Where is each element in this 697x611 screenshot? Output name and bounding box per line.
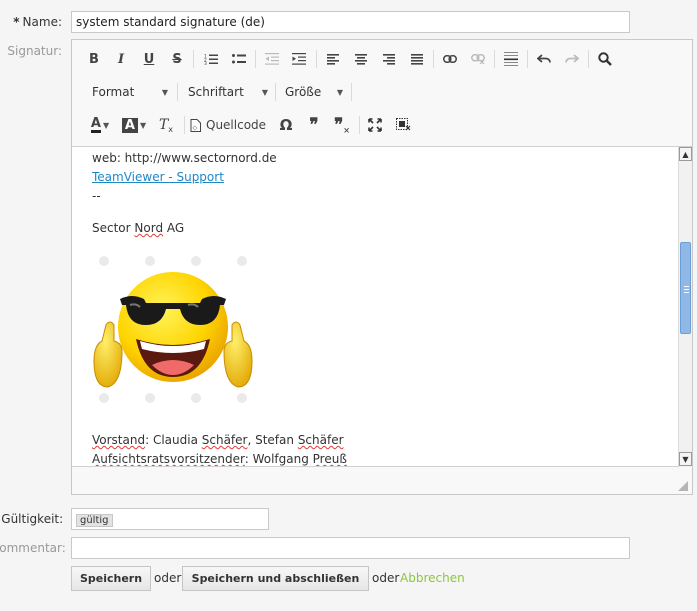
editor-toolbar: B I U S 123 Format ▼ Schriftart ▼ Größe …	[72, 40, 692, 147]
name-input[interactable]	[71, 11, 630, 33]
board-line: Vorstand: Claudia Schäfer, Stefan Schäfe…	[92, 433, 344, 447]
source-code-icon: ◇	[190, 118, 201, 132]
blockquote-icon[interactable]: ❞	[302, 114, 326, 136]
font-dropdown[interactable]: Schriftart ▼	[182, 81, 272, 103]
toolbar-separator	[255, 50, 256, 68]
web-line: web: http://www.sectornord.de	[92, 151, 277, 165]
toolbar-separator	[193, 50, 194, 68]
toolbar-separator	[275, 83, 276, 101]
chevron-down-icon: ▼	[161, 87, 168, 97]
dashes-line: --	[92, 189, 101, 203]
toolbar-separator	[494, 50, 495, 68]
align-center-icon[interactable]	[349, 48, 373, 70]
scrollbar-thumb[interactable]	[680, 242, 691, 334]
italic-button[interactable]: I	[109, 48, 133, 70]
align-left-icon[interactable]	[321, 48, 345, 70]
save-button[interactable]: Speichern	[71, 566, 151, 591]
toolbar-separator	[316, 50, 317, 68]
outdent-icon[interactable]	[260, 48, 284, 70]
numbered-list-icon[interactable]: 123	[199, 48, 223, 70]
link-icon[interactable]	[438, 48, 462, 70]
validity-select[interactable]: gültig	[71, 508, 269, 530]
or-text: oder	[372, 571, 400, 585]
or-text: oder	[154, 571, 182, 585]
signature-editor[interactable]: B I U S 123 Format ▼ Schriftart ▼ Größe …	[71, 39, 693, 495]
size-dropdown[interactable]: Größe ▼	[279, 81, 347, 103]
required-mark: *	[13, 15, 20, 29]
chevron-down-icon: ▼	[102, 120, 110, 130]
underline-button[interactable]: U	[137, 48, 161, 70]
comment-label: Kommentar:	[0, 541, 66, 555]
teamviewer-link[interactable]: TeamViewer - Support	[92, 170, 224, 184]
toolbar-separator	[359, 116, 360, 134]
maximize-icon[interactable]	[363, 114, 387, 136]
svg-text:3: 3	[204, 61, 207, 65]
special-char-icon[interactable]: Ω	[274, 114, 298, 136]
toolbar-separator	[184, 116, 185, 134]
unlink-icon[interactable]	[466, 48, 490, 70]
find-icon[interactable]	[593, 48, 617, 70]
bullet-list-icon[interactable]	[227, 48, 251, 70]
editor-scrollbar[interactable]: ▲ ▼	[678, 147, 692, 467]
text-color-icon: A	[90, 116, 101, 133]
name-label: * Name:	[13, 15, 62, 29]
signature-label: Signatur:	[7, 44, 62, 58]
toolbar-separator	[433, 50, 434, 68]
remove-format-icon[interactable]: Tx	[154, 114, 178, 136]
horizontal-rule-icon[interactable]	[499, 48, 523, 70]
teamviewer-line: TeamViewer - Support	[92, 170, 224, 184]
validity-badge: gültig	[76, 514, 113, 527]
scroll-up-icon[interactable]: ▲	[679, 147, 692, 161]
toolbar-separator	[351, 83, 352, 101]
remove-blockquote-icon[interactable]: ❞ ×	[330, 114, 354, 136]
chevron-down-icon: ▼	[261, 87, 268, 97]
redo-icon[interactable]	[560, 48, 584, 70]
validity-label: *Gültigkeit:	[1, 512, 64, 526]
align-right-icon[interactable]	[377, 48, 401, 70]
svg-text:◇: ◇	[193, 124, 198, 131]
strikethrough-button[interactable]: S	[165, 48, 189, 70]
undo-icon[interactable]	[532, 48, 556, 70]
scroll-down-icon[interactable]: ▼	[679, 452, 692, 466]
comment-input[interactable]	[71, 537, 630, 559]
sunglasses-emoji-image[interactable]	[92, 253, 254, 405]
background-color-icon: A	[121, 117, 138, 133]
resize-handle-icon[interactable]	[678, 480, 688, 491]
bold-button[interactable]: B	[82, 48, 106, 70]
cancel-link[interactable]: Abbrechen	[400, 571, 465, 585]
editor-content[interactable]: web: http://www.sectornord.de TeamViewer…	[72, 147, 678, 467]
chevron-down-icon: ▼	[139, 120, 147, 130]
format-dropdown[interactable]: Format ▼	[86, 81, 172, 103]
toolbar-separator	[177, 83, 178, 101]
show-blocks-icon[interactable]	[391, 114, 415, 136]
align-justify-icon[interactable]	[405, 48, 429, 70]
background-color-button[interactable]: A ▼	[120, 114, 148, 136]
chair-line: Aufsichtsratsvorsitzender: Wolfgang Preu…	[92, 452, 347, 466]
toolbar-separator	[588, 50, 589, 68]
company-line: Sector Nord AG	[92, 221, 185, 235]
toolbar-separator	[527, 50, 528, 68]
save-and-close-button[interactable]: Speichern und abschließen	[182, 566, 369, 591]
chevron-down-icon: ▼	[336, 87, 343, 97]
text-color-button[interactable]: A ▼	[86, 114, 114, 136]
source-code-button[interactable]: ◇ Quellcode	[190, 114, 270, 136]
indent-icon[interactable]	[287, 48, 311, 70]
